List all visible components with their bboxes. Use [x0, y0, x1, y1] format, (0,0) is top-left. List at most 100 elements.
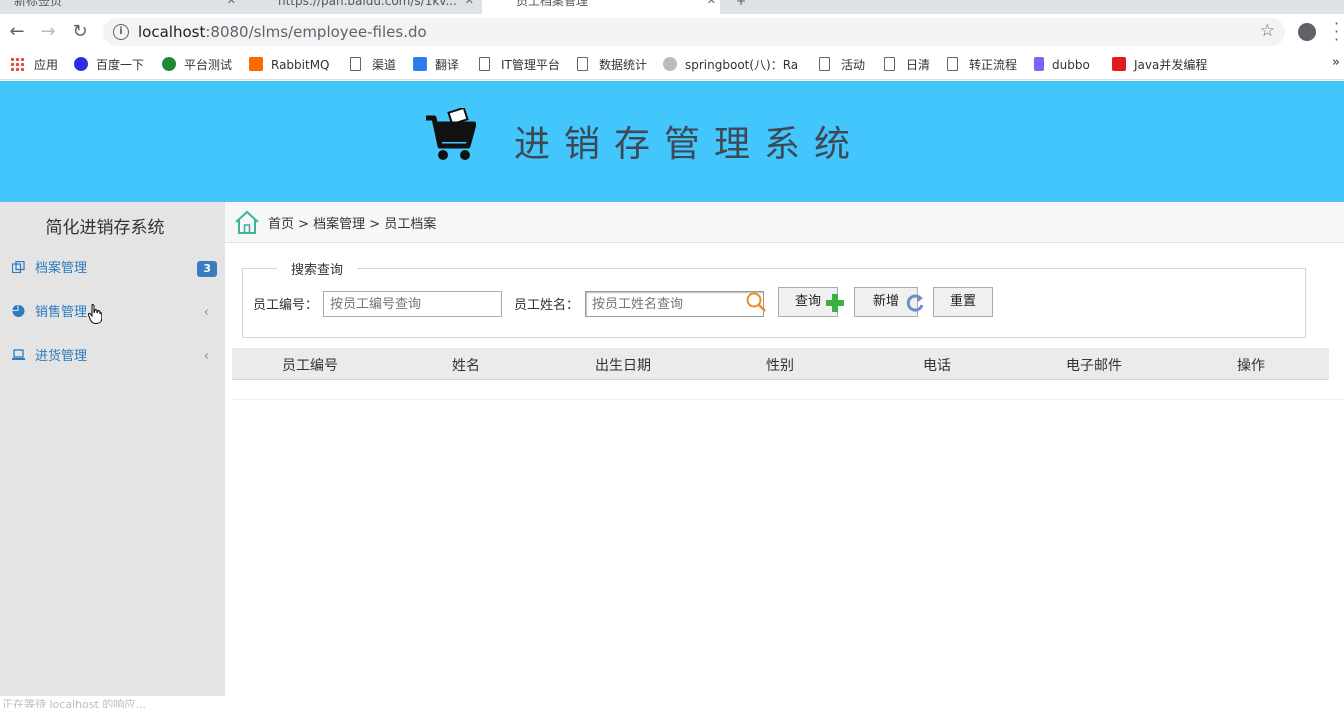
close-icon[interactable]: ✕: [227, 0, 236, 10]
translate-icon: [413, 57, 427, 71]
sidebar-item-archive[interactable]: 档案管理 3: [12, 258, 217, 280]
browser-status-bar: 正在等待 localhost 的响应...: [0, 696, 450, 708]
document-icon: [947, 57, 958, 71]
bookmark-item[interactable]: 数据统计: [577, 56, 647, 74]
bookmark-label: dubbo: [1052, 58, 1090, 72]
bookmark-item[interactable]: Java并发编程: [1112, 56, 1207, 74]
bookmark-label: 数据统计: [599, 58, 648, 72]
new-tab-button[interactable]: +: [730, 0, 750, 14]
browser-toolbar: ← → ↻ i localhost:8080/slms/employee-fil…: [0, 14, 1344, 50]
chevron-left-icon: ‹: [203, 349, 209, 364]
count-badge: 3: [197, 261, 217, 277]
sidebar-item-label: 销售管理: [35, 305, 88, 320]
bookmark-item[interactable]: 活动: [819, 56, 865, 74]
bookmark-label: 百度一下: [96, 58, 145, 72]
bookmark-label: Java并发编程: [1134, 58, 1208, 72]
apps-grid-icon: [10, 57, 24, 71]
dubbo-icon: [1034, 57, 1044, 71]
bookmark-label: 渠道: [372, 58, 397, 72]
bookmark-label: 活动: [841, 58, 866, 72]
baidu-paw-icon: [74, 57, 88, 71]
bookmark-label: 平台测试: [184, 58, 233, 72]
tab-label: https://pan.baidu.com/s/1kv...: [278, 0, 457, 8]
sidebar-item-purchase[interactable]: 进货管理 ‹: [12, 346, 217, 368]
bookmark-item[interactable]: IT管理平台: [479, 56, 560, 74]
bookmark-label: 日清: [906, 58, 931, 72]
search-icon[interactable]: [745, 291, 767, 313]
table-divider: [232, 399, 1344, 400]
browser-tab-strip: 新标签页 ✕ https://pan.baidu.com/s/1kv... ✕ …: [0, 0, 1344, 14]
bookmark-label: springboot(八)：Ra: [685, 58, 799, 72]
column-header-email[interactable]: 电子邮件: [1066, 355, 1122, 375]
bookmark-item[interactable]: 转正流程: [947, 56, 1017, 74]
close-icon[interactable]: ✕: [707, 0, 716, 10]
menu-dots-icon[interactable]: · · ·: [1334, 16, 1339, 48]
hand-cursor-icon: [88, 304, 102, 324]
chevron-left-icon: ‹: [203, 305, 209, 320]
document-icon: [819, 57, 830, 71]
shopping-cart-icon: [426, 108, 476, 160]
bookmark-item[interactable]: 百度一下: [74, 56, 144, 74]
column-header-birthdate[interactable]: 出生日期: [595, 355, 651, 375]
column-header-phone[interactable]: 电话: [923, 355, 951, 375]
database-icon: [663, 57, 677, 71]
bookmark-item[interactable]: dubbo: [1034, 56, 1090, 74]
emp-name-input[interactable]: [585, 291, 764, 317]
tab-label: 员工档案管理: [516, 0, 589, 8]
employee-table-header: 员工编号 姓名 出生日期 性别 电话 电子邮件 操作: [232, 348, 1329, 380]
breadcrumb[interactable]: 首页 > 档案管理 > 员工档案: [268, 213, 436, 232]
bookmark-label: 应用: [34, 58, 59, 72]
breadcrumb-bar: 首页 > 档案管理 > 员工档案: [225, 202, 1344, 243]
app-title: 进销存管理系统: [514, 124, 865, 165]
column-header-emp-no[interactable]: 员工编号: [282, 355, 338, 375]
emp-name-label: 员工姓名：: [514, 298, 580, 313]
bookmark-label: 翻译: [435, 58, 460, 72]
add-button-label: 新增: [872, 294, 899, 309]
copy-icon: [12, 261, 25, 273]
bookmark-star-icon[interactable]: ☆: [1260, 21, 1275, 41]
browser-tab[interactable]: 新标签页 ✕: [0, 0, 240, 14]
url-text[interactable]: localhost:8080/slms/employee-files.do: [138, 23, 427, 41]
info-icon[interactable]: i: [113, 24, 129, 40]
reset-button[interactable]: 重置: [933, 287, 993, 317]
document-icon: [577, 57, 588, 71]
emp-no-input[interactable]: [323, 291, 502, 317]
app-header: 进销存管理系统: [0, 81, 1344, 202]
bookmark-item[interactable]: 日清: [884, 56, 930, 74]
bookmark-item[interactable]: 渠道: [350, 56, 396, 74]
reload-icon[interactable]: ↻: [68, 20, 92, 44]
url-path: :8080/slms/employee-files.do: [205, 23, 427, 41]
bookmarks-overflow-button[interactable]: »: [1332, 55, 1340, 70]
profile-avatar-icon[interactable]: [1298, 23, 1316, 41]
reset-button-label: 重置: [949, 294, 976, 309]
query-button-label: 查询: [794, 294, 821, 309]
address-bar[interactable]: i localhost:8080/slms/employee-files.do …: [103, 18, 1285, 46]
bookmark-label: RabbitMQ: [271, 58, 330, 72]
column-header-gender[interactable]: 性别: [766, 355, 794, 375]
bookmark-item[interactable]: 平台测试: [162, 56, 232, 74]
column-header-actions[interactable]: 操作: [1237, 355, 1265, 375]
bookmark-item[interactable]: RabbitMQ: [249, 56, 330, 74]
home-icon[interactable]: [234, 209, 260, 235]
bookmark-label: IT管理平台: [501, 58, 560, 72]
bookmark-item[interactable]: springboot(八)：Ra: [663, 56, 803, 74]
sidebar-title: 简化进销存系统: [45, 218, 165, 238]
close-icon[interactable]: ✕: [465, 0, 474, 10]
bookmark-apps[interactable]: 应用: [10, 56, 58, 74]
sidebar-item-label: 进货管理: [35, 349, 88, 364]
url-host: localhost: [138, 23, 206, 41]
forward-arrow-icon[interactable]: →: [36, 20, 60, 44]
column-header-name[interactable]: 姓名: [452, 355, 480, 375]
rabbitmq-icon: [249, 57, 263, 71]
browser-tab-active[interactable]: 员工档案管理 ✕: [482, 0, 720, 14]
search-panel: 搜索查询 员工编号： 员工姓名： 查询 新增 重置: [242, 259, 1306, 338]
sidebar: 简化进销存系统 档案管理 3 销售管理 ‹ 进货管理 ‹: [0, 202, 225, 696]
tab-label: 新标签页: [14, 0, 63, 8]
back-arrow-icon[interactable]: ←: [5, 20, 29, 44]
sidebar-item-sales[interactable]: 销售管理 ‹: [12, 302, 217, 324]
bookmark-item[interactable]: 翻译: [413, 56, 459, 74]
refresh-icon: [906, 294, 924, 312]
bookmark-label: 转正流程: [969, 58, 1018, 72]
search-legend: 搜索查询: [277, 259, 358, 278]
browser-tab[interactable]: https://pan.baidu.com/s/1kv... ✕: [244, 0, 478, 14]
